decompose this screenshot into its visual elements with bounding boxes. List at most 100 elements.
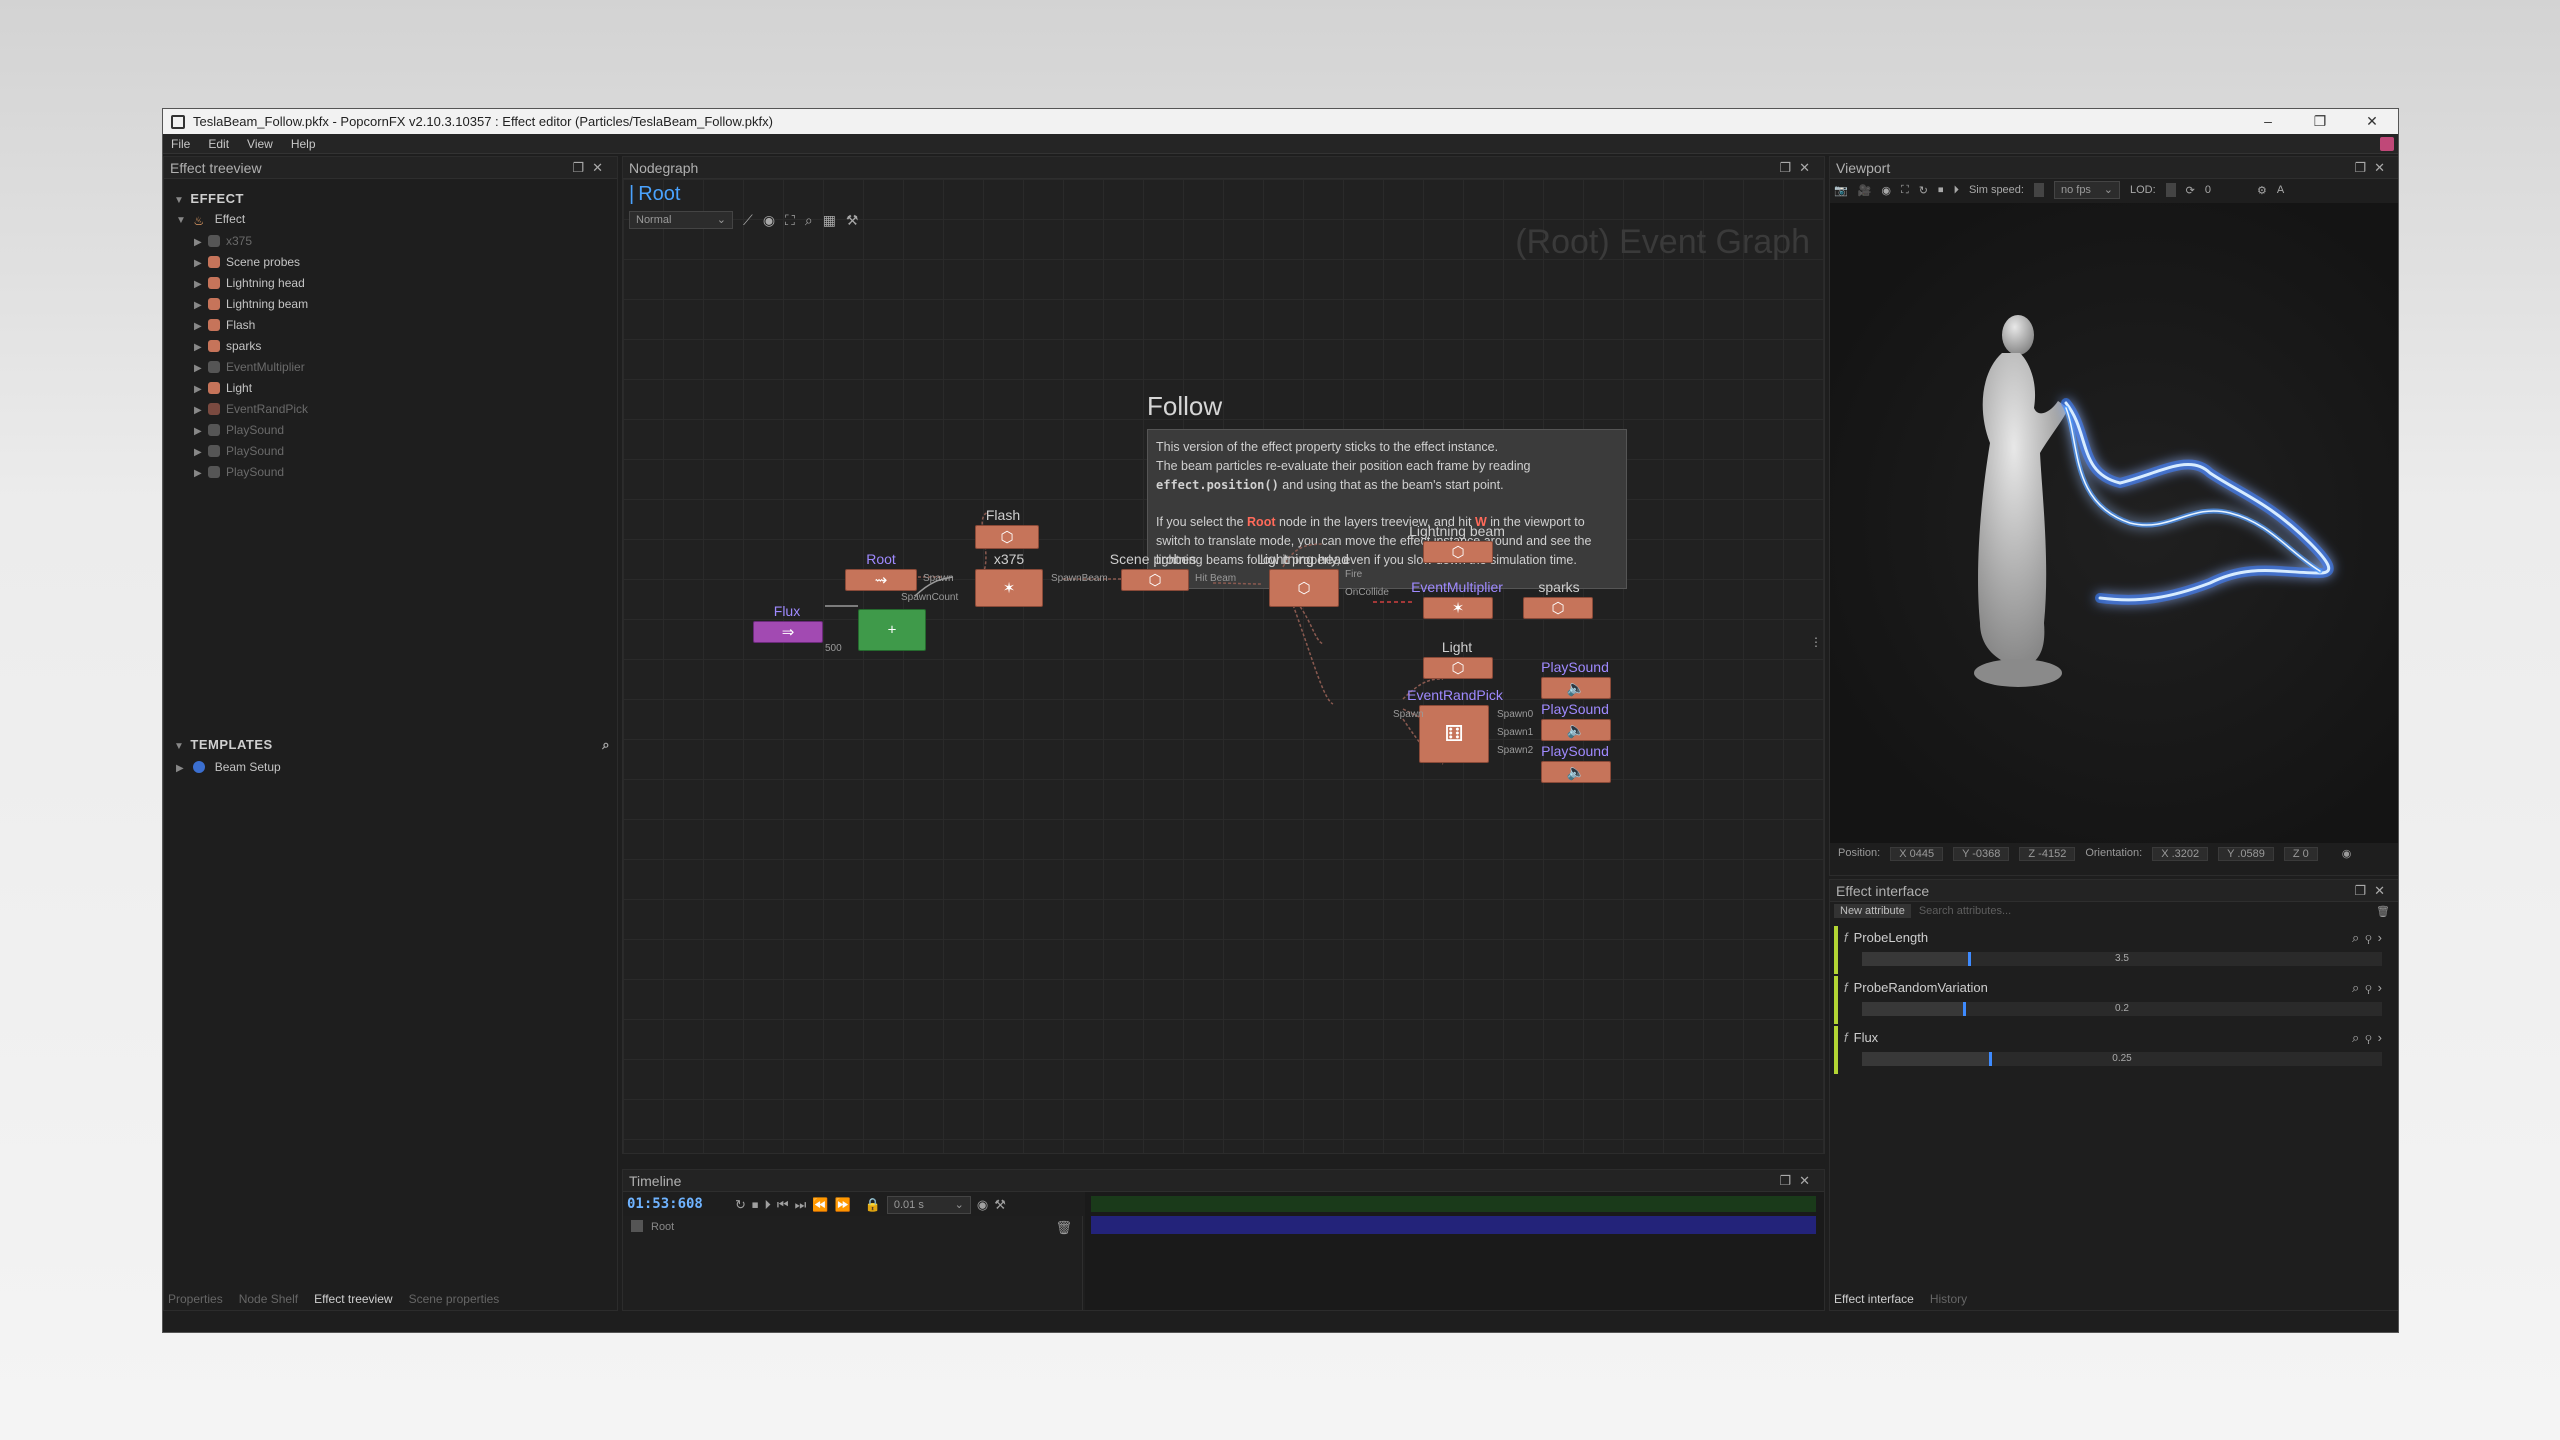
- tab-node-shelf[interactable]: Node Shelf: [239, 1292, 298, 1306]
- tab-scene-properties[interactable]: Scene properties: [409, 1292, 500, 1306]
- float-icon[interactable]: ❐: [572, 160, 592, 175]
- checkbox[interactable]: [631, 1220, 643, 1232]
- pin-icon[interactable]: ⚲: [2365, 980, 2377, 995]
- chevron-right-icon[interactable]: ›: [2378, 1030, 2388, 1045]
- search-icon[interactable]: ⌕: [2352, 1030, 2365, 1045]
- node-play-sound-3[interactable]: 🔈: [1541, 761, 1611, 783]
- float-icon[interactable]: ❐: [1779, 160, 1799, 175]
- node-math[interactable]: +: [858, 609, 926, 651]
- node-play-sound-2[interactable]: 🔈: [1541, 719, 1611, 741]
- settings-icon[interactable]: ⚙: [2257, 184, 2267, 197]
- step-forward-icon[interactable]: ⏭: [795, 1197, 807, 1213]
- close-icon[interactable]: ✕: [2374, 160, 2393, 175]
- menu-file[interactable]: File: [171, 137, 190, 151]
- tree-item-layer[interactable]: ▶ PlaySound: [194, 462, 284, 482]
- close-icon[interactable]: ✕: [592, 160, 611, 175]
- float-icon[interactable]: ❐: [2354, 883, 2374, 898]
- templates-section-header[interactable]: ▼ TEMPLATES ⌕: [174, 737, 614, 752]
- node-x375[interactable]: ✶: [975, 569, 1043, 607]
- node-flux[interactable]: ⇒: [753, 621, 823, 643]
- chevron-right-icon[interactable]: ›: [2378, 930, 2388, 945]
- pin-spawn-count[interactable]: SpawnCount: [901, 592, 958, 603]
- menu-edit[interactable]: Edit: [208, 137, 229, 151]
- pin-spawn0[interactable]: Spawn0: [1497, 709, 1533, 720]
- loop-icon[interactable]: ↻: [1919, 184, 1928, 197]
- refresh-icon[interactable]: ⟳: [2186, 184, 2195, 197]
- pin-icon[interactable]: ⚲: [2365, 1030, 2377, 1045]
- close-button[interactable]: ✕: [2346, 109, 2398, 134]
- minimize-button[interactable]: –: [2242, 109, 2294, 134]
- step-select[interactable]: 0.01 s ⌄: [886, 1196, 971, 1214]
- node-canvas[interactable]: Root Normal ⌄ ⟋ ◉ ⛶ ⌕ ▦ ⚒ (Root) Event G…: [623, 179, 1824, 1153]
- tree-item-layer[interactable]: ▶ x375: [194, 231, 252, 251]
- maximize-button[interactable]: ❐: [2294, 109, 2346, 134]
- template-item-beam-setup[interactable]: ▶ Beam Setup: [176, 757, 281, 777]
- position-y-field[interactable]: Y -0368: [1953, 847, 2010, 861]
- eye-icon[interactable]: ◉: [1881, 184, 1891, 197]
- attribute-row[interactable]: f Flux ⌕⚲› 0.25: [1834, 1026, 2394, 1074]
- pin-spawn1[interactable]: Spawn1: [1497, 727, 1533, 738]
- tree-item-layer[interactable]: ▶ Light: [194, 378, 252, 398]
- node-light[interactable]: ⬡: [1423, 657, 1493, 679]
- tree-item-layer[interactable]: ▶ Lightning beam: [194, 294, 308, 314]
- node-lightning-beam[interactable]: ⬡: [1423, 541, 1493, 563]
- wrench-icon[interactable]: ⚒: [994, 1197, 1006, 1213]
- step-back-icon[interactable]: ⏮: [777, 1197, 789, 1213]
- track-row-root[interactable]: Root: [631, 1220, 674, 1233]
- node-event-rand-pick[interactable]: ⚅: [1419, 705, 1489, 763]
- tree-item-layer[interactable]: ▶ EventMultiplier: [194, 357, 305, 377]
- tree-item-layer[interactable]: ▶ EventRandPick: [194, 399, 308, 419]
- search-icon[interactable]: ⌕: [2352, 930, 2365, 945]
- pin-on-collide[interactable]: OnCollide: [1345, 587, 1389, 598]
- chevron-right-icon[interactable]: ›: [2378, 980, 2388, 995]
- node-play-sound-1[interactable]: 🔈: [1541, 677, 1611, 699]
- new-attribute-button[interactable]: New attribute: [1834, 904, 1911, 918]
- attribute-slider[interactable]: 0.25: [1862, 1052, 2382, 1066]
- tree-item-layer[interactable]: ▶ PlaySound: [194, 441, 284, 461]
- attribute-row[interactable]: f ProbeLength ⌕⚲› 3.5: [1834, 926, 2394, 974]
- pin-spawn2[interactable]: Spawn2: [1497, 745, 1533, 756]
- trash-icon[interactable]: 🗑: [2376, 905, 2390, 918]
- float-icon[interactable]: ❐: [1779, 1173, 1799, 1188]
- pin-spawn[interactable]: Spawn: [1393, 709, 1424, 720]
- fps-select[interactable]: no fps ⌄: [2053, 181, 2120, 199]
- lock-icon[interactable]: 🔒: [865, 1197, 881, 1213]
- node-lightning-head[interactable]: ⬡: [1269, 569, 1339, 607]
- tab-properties[interactable]: Properties: [168, 1292, 223, 1306]
- frame-icon[interactable]: ⛶: [1901, 184, 1909, 197]
- attribute-slider[interactable]: 3.5: [1862, 952, 2382, 966]
- scroll-handle-icon[interactable]: ⋮: [1810, 636, 1822, 648]
- attribute-slider[interactable]: 0.2: [1862, 1002, 2382, 1016]
- node-root[interactable]: ⇝: [845, 569, 917, 591]
- node-sparks[interactable]: ⬡: [1523, 597, 1593, 619]
- camera-icon[interactable]: 📷: [1834, 184, 1848, 197]
- orientation-x-field[interactable]: X .3202: [2152, 847, 2209, 861]
- node-event-multiplier[interactable]: ✶: [1423, 597, 1493, 619]
- close-icon[interactable]: ✕: [2374, 883, 2393, 898]
- loop-icon[interactable]: ↻: [735, 1197, 746, 1213]
- play-icon[interactable]: ⏵: [1953, 184, 1959, 197]
- viewport-3d-scene[interactable]: [1830, 203, 2398, 843]
- pin-flux-value[interactable]: 500: [825, 643, 842, 654]
- position-z-field[interactable]: Z -4152: [2019, 847, 2076, 861]
- pin-spawn[interactable]: Spawn: [923, 573, 954, 584]
- timeline-track-bar[interactable]: [1091, 1216, 1816, 1234]
- tab-effect-treeview[interactable]: Effect treeview: [314, 1292, 392, 1306]
- effect-section-header[interactable]: ▼ EFFECT: [174, 191, 244, 206]
- stop-icon[interactable]: ⏹: [752, 1197, 759, 1213]
- timeline-tracks[interactable]: [1085, 1192, 1824, 1310]
- play-icon[interactable]: ⏵: [764, 1197, 771, 1213]
- lod-slider[interactable]: [2165, 183, 2176, 197]
- tree-item-layer[interactable]: ▶ sparks: [194, 336, 261, 356]
- tab-effect-interface[interactable]: Effect interface: [1834, 1292, 1914, 1306]
- orientation-y-field[interactable]: Y .0589: [2218, 847, 2274, 861]
- sim-speed-slider[interactable]: [2033, 183, 2044, 197]
- trash-icon[interactable]: 🗑: [1055, 1220, 1072, 1236]
- tree-item-layer[interactable]: ▶ Flash: [194, 315, 255, 335]
- node-flash[interactable]: ⬡: [975, 525, 1039, 549]
- menu-help[interactable]: Help: [291, 137, 316, 151]
- attribute-row[interactable]: f ProbeRandomVariation ⌕⚲› 0.2: [1834, 976, 2394, 1024]
- search-attributes-input[interactable]: Search attributes...: [1919, 905, 2011, 917]
- close-icon[interactable]: ✕: [1799, 1173, 1818, 1188]
- menu-view[interactable]: View: [247, 137, 273, 151]
